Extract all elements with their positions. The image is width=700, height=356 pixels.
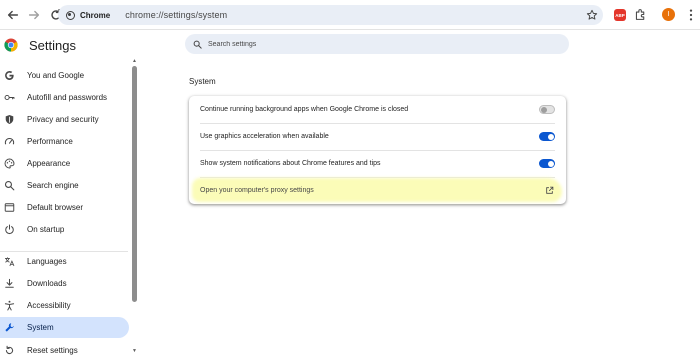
sidebar-item-label: System <box>27 323 54 332</box>
sidebar-item-label: Default browser <box>27 203 84 212</box>
sidebar-item-label: Downloads <box>27 279 67 288</box>
site-chip-label: Chrome <box>80 10 111 20</box>
sidebar-item-performance[interactable]: Performance <box>0 131 129 152</box>
sidebar-item-accessibility[interactable]: Accessibility <box>0 295 129 316</box>
forward-button[interactable] <box>23 4 45 26</box>
sidebar-item-label: Autofill and passwords <box>27 93 108 102</box>
settings-sidebar: You and Google Autofill and passwords Pr… <box>0 64 132 356</box>
system-notifications-row[interactable]: Show system notifications about Chrome f… <box>189 150 566 177</box>
row-label: Show system notifications about Chrome f… <box>200 160 381 167</box>
sidebar-item-you-and-google[interactable]: You and Google <box>0 65 129 86</box>
back-button[interactable] <box>2 4 24 26</box>
adblock-extension-icon[interactable]: ABP <box>614 9 626 21</box>
sidebar-item-label: Appearance <box>27 159 71 168</box>
bookmark-star-icon[interactable] <box>586 9 598 21</box>
sidebar-scrollbar[interactable] <box>132 66 137 302</box>
sidebar-item-label: Performance <box>27 137 73 146</box>
translate-icon <box>4 256 15 267</box>
shield-icon <box>4 114 15 125</box>
search-icon <box>193 40 202 49</box>
sidebar-item-languages[interactable]: Languages <box>0 251 129 272</box>
wrench-icon <box>4 322 15 333</box>
sidebar-item-autofill[interactable]: Autofill and passwords <box>0 87 129 108</box>
sidebar-item-privacy[interactable]: Privacy and security <box>0 109 129 130</box>
browser-toolbar: Chrome chrome://settings/system ABP I <box>0 0 700 30</box>
system-notifications-toggle[interactable] <box>539 159 555 168</box>
background-apps-row[interactable]: Continue running background apps when Go… <box>189 96 566 123</box>
site-info-chip[interactable]: Chrome <box>64 8 112 22</box>
google-g-icon <box>4 70 15 81</box>
accessibility-icon <box>4 300 15 311</box>
sidebar-item-label: Languages <box>27 257 67 266</box>
chrome-icon <box>66 10 75 20</box>
palette-icon <box>4 158 15 169</box>
settings-search-input[interactable] <box>208 40 508 48</box>
speedometer-icon <box>4 136 15 147</box>
reset-icon <box>4 345 15 356</box>
system-section-title: System <box>189 77 216 86</box>
profile-initial: I <box>667 11 670 18</box>
adblock-badge-text: ABP <box>615 12 625 18</box>
proxy-settings-link[interactable]: Open your computer's proxy settings <box>200 187 314 194</box>
chrome-logo-icon <box>4 38 18 52</box>
row-label: Continue running background apps when Go… <box>200 106 409 113</box>
address-bar[interactable]: Chrome chrome://settings/system <box>58 5 603 25</box>
sidebar-item-search-engine[interactable]: Search engine <box>0 175 129 196</box>
sidebar-item-label: Search engine <box>27 181 79 190</box>
sidebar-item-label: Accessibility <box>27 301 71 310</box>
search-icon <box>4 180 15 191</box>
sidebar-item-appearance[interactable]: Appearance <box>0 153 129 174</box>
graphics-acceleration-toggle[interactable] <box>539 132 555 141</box>
browser-window-icon <box>4 202 15 213</box>
graphics-acceleration-row[interactable]: Use graphics acceleration when available <box>189 123 566 150</box>
power-icon <box>4 224 15 235</box>
arrow-left-icon <box>7 10 19 19</box>
open-external-icon[interactable] <box>545 186 554 195</box>
download-icon <box>4 278 15 289</box>
sidebar-item-default-browser[interactable]: Default browser <box>0 197 129 218</box>
sidebar-item-label: On startup <box>27 225 65 234</box>
sidebar-item-label: Reset settings <box>27 346 78 355</box>
settings-page-title: Settings <box>29 38 76 53</box>
sidebar-item-label: Privacy and security <box>27 115 99 124</box>
proxy-settings-row[interactable]: Open your computer's proxy settings <box>189 177 566 204</box>
toggle-knob <box>547 160 554 167</box>
toggle-knob <box>547 133 554 140</box>
url-text[interactable]: chrome://settings/system <box>125 10 227 20</box>
toggle-knob <box>541 106 547 113</box>
background-apps-toggle[interactable] <box>539 105 555 114</box>
scroll-down-arrow-icon[interactable]: ▼ <box>131 348 138 354</box>
profile-avatar[interactable]: I <box>662 8 675 21</box>
extensions-puzzle-icon[interactable] <box>634 8 647 21</box>
sidebar-item-downloads[interactable]: Downloads <box>0 273 129 294</box>
sidebar-item-system[interactable]: System <box>0 317 129 338</box>
more-vert-icon[interactable] <box>688 8 694 22</box>
key-icon <box>4 92 15 103</box>
scroll-up-arrow-icon[interactable]: ▲ <box>131 58 138 64</box>
sidebar-item-label: You and Google <box>27 71 85 80</box>
row-label: Use graphics acceleration when available <box>200 133 329 140</box>
arrow-right-icon <box>28 10 40 19</box>
settings-search-box[interactable] <box>185 34 569 54</box>
system-settings-card: Continue running background apps when Go… <box>189 96 566 204</box>
sidebar-item-reset-settings[interactable]: Reset settings <box>0 340 129 356</box>
sidebar-item-on-startup[interactable]: On startup <box>0 219 129 240</box>
